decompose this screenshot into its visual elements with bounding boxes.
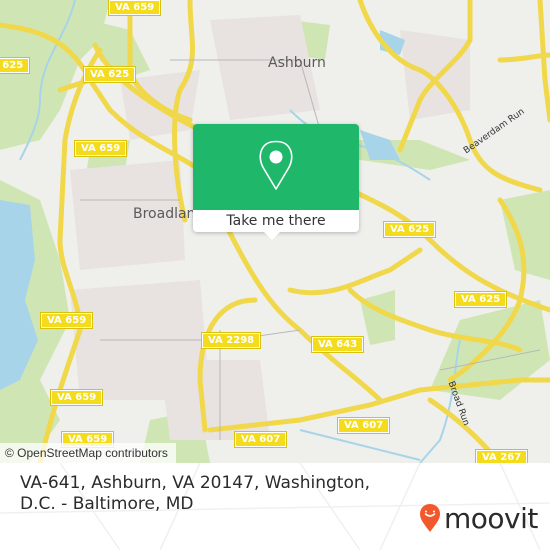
map-attribution[interactable]: © OpenStreetMap contributors <box>0 443 176 463</box>
moovit-logo[interactable]: moovit <box>418 501 538 535</box>
road-shield: VA 625 <box>382 221 437 238</box>
take-me-there-button[interactable]: Take me there <box>193 210 359 232</box>
location-popup: Take me there <box>193 124 359 232</box>
moovit-wordmark: moovit <box>444 501 538 535</box>
road-shield: VA 607 <box>336 417 391 434</box>
road-shield: VA 659 <box>73 140 128 157</box>
road-shield: VA 625 <box>453 291 508 308</box>
road-shield: VA 659 <box>107 0 162 16</box>
popup-pointer <box>264 232 280 240</box>
place-label-ashburn: Ashburn <box>268 55 326 71</box>
moovit-pin-icon <box>420 504 440 532</box>
road-shield: VA 267 <box>474 449 529 463</box>
address-text: VA-641, Ashburn, VA 20147, Washington, D… <box>20 473 371 514</box>
road-shield: VA 643 <box>310 336 365 353</box>
popup-header <box>193 124 359 210</box>
location-pin-icon <box>259 140 293 190</box>
road-shield: VA 659 <box>39 312 94 329</box>
road-shield: VA 607 <box>233 431 288 448</box>
road-shield: VA 2298 <box>200 332 262 349</box>
road-shield: VA 659 <box>49 389 104 406</box>
road-shield: VA 625 <box>0 57 31 74</box>
road-shield: VA 625 <box>82 66 137 83</box>
